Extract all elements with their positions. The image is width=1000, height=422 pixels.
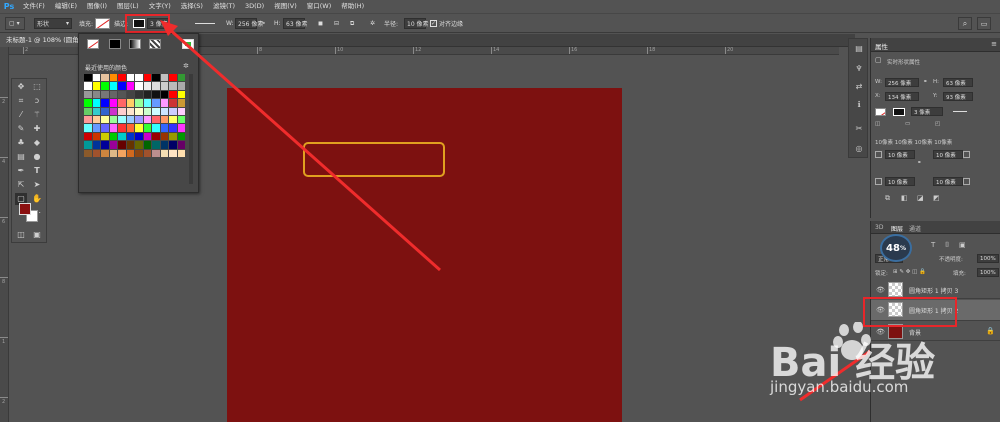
radius-bl-field[interactable]: 10 像素 (885, 177, 915, 186)
layer-name: 圆角矩形 1 拷贝 3 (909, 288, 959, 295)
layers-header: 3D 图层 通道 (871, 221, 1000, 234)
photoshop-window: Ps 文件(F) 编辑(E) 图像(I) 图层(L) 文字(Y) 选择(S) 滤镜(T) 3D… (0, 0, 1000, 422)
link-radii-icon[interactable]: ⚭ (917, 160, 922, 166)
lock-icons[interactable]: ⊞ ✎ ✥ ◫ 🔒 (893, 269, 926, 275)
tab-channels[interactable]: 通道 (909, 224, 921, 233)
stroke-style-line[interactable] (953, 111, 967, 112)
stroke-swatch[interactable] (893, 108, 905, 116)
type-filter-icon[interactable]: T (931, 241, 935, 249)
layer-thumbnail (888, 282, 903, 297)
brush-settings-icon[interactable]: ♆ (853, 63, 865, 75)
stroke-width-field[interactable]: 3 像素 (911, 107, 943, 116)
fill-label: 填充: (953, 271, 966, 277)
stroke-corner-icon[interactable]: ◰ (935, 121, 940, 127)
path-subtract-icon[interactable]: ◧ (901, 194, 908, 202)
badge-unit: % (899, 244, 906, 252)
live-shape-icon: ▢ (875, 56, 882, 64)
performance-badge: 48% (880, 234, 912, 262)
corner-tr-icon (963, 151, 970, 158)
info-icon[interactable]: ℹ (853, 99, 865, 111)
radius-tr-field[interactable]: 10 像素 (933, 150, 963, 159)
properties-tab[interactable]: 属性 (875, 41, 888, 51)
stroke-cap-icon[interactable]: ▭ (905, 121, 910, 127)
radius-br-field[interactable]: 10 像素 (933, 177, 963, 186)
tools-preset-icon[interactable]: ✂ (853, 123, 865, 135)
w-field[interactable]: 256 像素 (885, 78, 919, 87)
h-field[interactable]: 63 像素 (943, 78, 973, 87)
panel-menu-icon[interactable]: ≡ (991, 40, 997, 48)
properties-title: 实时形状属性 (887, 60, 921, 66)
link-icon[interactable]: ⚭ (923, 79, 928, 85)
tab-layers[interactable]: 图层 (891, 224, 903, 233)
adjustments-icon[interactable]: ⇄ (853, 81, 865, 93)
opacity-label: 不透明度: (939, 257, 963, 263)
opacity-field[interactable]: 100% (977, 254, 999, 263)
x-label: X: (875, 93, 881, 99)
y-field[interactable]: 93 像素 (943, 92, 973, 101)
3d-icon[interactable]: ◎ (853, 143, 865, 155)
badge-value: 48 (886, 242, 900, 254)
path-exclude-icon[interactable]: ◩ (933, 194, 940, 202)
smart-object-filter-icon[interactable]: ▣ (959, 241, 966, 249)
lock-label: 锁定: (875, 271, 888, 277)
stroke-align-icon[interactable]: ◫ (875, 121, 880, 127)
path-intersect-icon[interactable]: ◪ (917, 194, 924, 202)
radius-tl-field[interactable]: 10 像素 (885, 150, 915, 159)
y-label: Y: (933, 93, 938, 99)
corner-tl-icon (875, 151, 882, 158)
corner-br-icon (963, 178, 970, 185)
corner-bl-icon (875, 178, 882, 185)
properties-header: 属性 ≡ (871, 38, 1000, 52)
history-icon[interactable]: ▤ (853, 43, 865, 55)
arrow-line-stroke (167, 26, 441, 272)
corner-radii-summary: 10像素 10像素 10像素 10像素 (875, 140, 953, 146)
fill-swatch[interactable] (875, 108, 886, 116)
watermark-url: jingyan.baidu.com (770, 378, 909, 396)
visibility-eye-icon[interactable]: 👁 (876, 286, 885, 294)
tab-3d[interactable]: 3D (875, 224, 883, 231)
w-label: W: (875, 79, 882, 85)
h-label: H: (933, 79, 939, 85)
path-combine-icon[interactable]: ⧉ (885, 194, 890, 203)
fill-field[interactable]: 100% (977, 268, 999, 277)
properties-panel: 属性 ≡ ▢ 实时形状属性 W: 256 像素 ⚭ H: 63 像素 X: 13… (870, 38, 1000, 218)
shape-filter-icon[interactable]: ⌷ (945, 241, 949, 250)
lock-icon: 🔒 (986, 327, 995, 335)
panel-dock: ▤ ♆ ⇄ ℹ ✂ ◎ (848, 38, 868, 158)
x-field[interactable]: 134 像素 (885, 92, 919, 101)
